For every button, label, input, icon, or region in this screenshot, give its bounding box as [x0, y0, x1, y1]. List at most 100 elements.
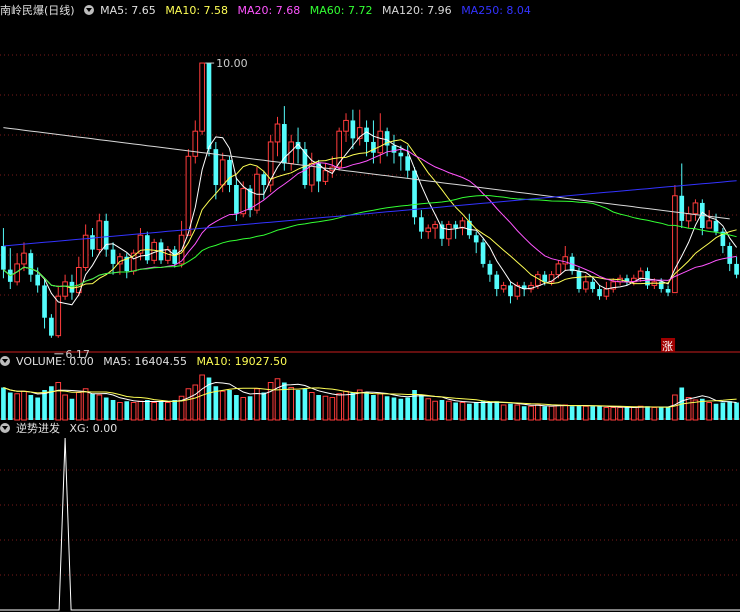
candle-body: [28, 253, 34, 275]
vol-ma10-legend: MA10: 19027.50: [196, 355, 288, 368]
volume-bar: [7, 392, 13, 420]
price-annotations: 10.006.17涨: [54, 57, 676, 361]
candle-body: [206, 63, 212, 150]
volume-bar: [227, 390, 232, 420]
candle-body: [336, 130, 342, 168]
dropdown-icon[interactable]: [84, 5, 95, 15]
rise-badge: 涨: [662, 340, 673, 353]
volume-bar: [371, 395, 376, 420]
volume-bar: [110, 400, 116, 420]
volume-bar: [35, 397, 41, 420]
volume-bar: [521, 406, 527, 420]
volume-bar: [1, 387, 6, 420]
volume-bar: [528, 405, 534, 421]
volume-legend: VOLUME: 0.00: [16, 355, 94, 368]
volume-bar: [610, 407, 617, 421]
indicator-title: 逆势进发: [16, 422, 60, 435]
volume-bar: [21, 390, 27, 421]
candle-body: [508, 285, 513, 297]
candle-body: [405, 156, 411, 171]
volume-bar: [172, 400, 178, 420]
volume-bar: [82, 388, 89, 421]
candle-body: [274, 123, 281, 143]
candle-body: [453, 224, 458, 229]
candle-body: [583, 281, 589, 290]
stock-title: 南岭民爆(日线): [0, 4, 75, 17]
candle-body: [172, 249, 178, 264]
candle-body: [377, 130, 384, 154]
candle-body: [62, 281, 68, 297]
candle-body: [350, 120, 356, 139]
candle-body: [445, 223, 452, 240]
candle-body: [727, 245, 733, 264]
volume-bar: [658, 407, 664, 420]
ma5-legend: MA5: 7.65: [100, 4, 156, 17]
volume-bar: [467, 403, 472, 420]
candle-body: [364, 127, 369, 142]
candle-body: [590, 281, 596, 290]
vol-ma5-legend: MA5: 16404.55: [103, 355, 187, 368]
volume-bar: [69, 398, 75, 420]
volume-panel-header: VOLUME: 0.00 MA5: 16404.55 MA10: 19027.5…: [0, 354, 293, 370]
volume-bar: [514, 404, 521, 421]
candle-body: [439, 224, 445, 239]
candle-body: [234, 185, 239, 214]
volume-bar: [240, 397, 247, 421]
volume-bar: [645, 406, 650, 420]
volume-bar: [151, 402, 157, 421]
candle-body: [35, 274, 41, 286]
volume-bar: [603, 407, 610, 421]
volume-bar: [103, 397, 109, 420]
xg-signal-line: [0, 437, 740, 611]
volume-bar: [261, 392, 267, 420]
candle-body: [576, 271, 582, 290]
volume-bar: [96, 394, 103, 421]
volume-bar: [494, 401, 500, 420]
kline-chart: 10.006.17涨: [0, 54, 740, 611]
volume-bar: [90, 393, 95, 420]
volume-bar: [377, 393, 384, 421]
volume-bar: [672, 394, 678, 421]
dropdown-icon[interactable]: [0, 356, 10, 366]
volume-bar: [192, 384, 199, 421]
candle-body: [500, 284, 507, 290]
volume-bar: [459, 402, 466, 421]
volume-bar: [692, 399, 699, 421]
volume-bar: [316, 395, 321, 420]
volume-bar: [535, 404, 541, 421]
volume-bar: [117, 402, 123, 421]
volume-bar: [439, 400, 445, 420]
ma20-legend: MA20: 7.68: [237, 4, 301, 17]
volume-bar: [548, 405, 555, 421]
volume-bar: [590, 406, 596, 420]
volume-bar: [364, 392, 369, 420]
candle-body: [343, 119, 349, 132]
xg-legend: XG: 0.00: [69, 422, 118, 435]
candle-body: [151, 241, 157, 261]
volume-bar: [706, 402, 712, 421]
volume-bar: [234, 395, 239, 420]
volume-bar: [14, 393, 20, 421]
candle-body: [69, 281, 75, 293]
candle-body: [706, 220, 712, 229]
candle-body: [144, 235, 150, 261]
candle-body: [96, 220, 103, 251]
candle-body: [391, 145, 397, 153]
volume-bar: [569, 406, 575, 420]
candle-body: [110, 249, 116, 264]
volume-bar: [55, 382, 62, 421]
dropdown-icon[interactable]: [0, 423, 10, 433]
volume-bar: [384, 396, 390, 420]
volume-bar: [247, 396, 253, 420]
candlesticks: [1, 62, 739, 338]
volume-bar: [419, 395, 424, 420]
candle-body: [1, 245, 6, 270]
candle-body: [240, 188, 247, 215]
volume-bar: [356, 389, 363, 421]
volume-bar: [199, 374, 205, 421]
candle-body: [199, 62, 205, 132]
volume-bars: [1, 374, 739, 421]
signal-panel-header: 逆势进发 XG: 0.00: [0, 421, 123, 437]
volume-bar: [144, 400, 150, 420]
ma60-legend: MA60: 7.72: [309, 4, 373, 17]
